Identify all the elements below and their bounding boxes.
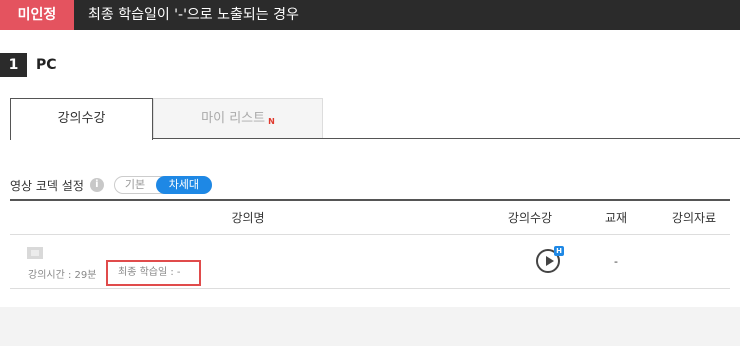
codec-toggle[interactable]: 기본 차세대 — [113, 176, 212, 194]
codec-label: 영상 코덱 설정 — [10, 178, 84, 193]
top-bar: 미인정 최종 학습일이 '-'으로 노출되는 경우 — [0, 0, 740, 30]
table-header: 강의명 강의수강 교재 강의자료 — [10, 199, 730, 235]
textbook-value: - — [614, 255, 618, 268]
header-lecture-name: 강의명 — [231, 211, 265, 225]
info-icon[interactable]: i — [89, 178, 104, 192]
header-materials: 강의자료 — [671, 211, 717, 225]
play-button[interactable]: H — [536, 246, 564, 275]
tabs-divider — [152, 138, 740, 139]
lecture-table: 강의명 강의수강 교재 강의자료 강의시간 : 29분 최종 학습일 : - H… — [10, 199, 730, 289]
header-textbook: 교재 — [604, 211, 628, 225]
status-badge: 미인정 — [0, 0, 74, 30]
content-panel: 강의수강 마이 리스트 N 영상 코덱 설정 i 기본 차세대 강의명 강의수강 … — [0, 88, 740, 346]
content-area: 강의수강 마이 리스트 N 영상 코덱 설정 i 기본 차세대 강의명 강의수강 … — [0, 88, 740, 307]
section-number: 1 — [0, 53, 27, 77]
section-label: PC — [36, 57, 57, 73]
tab-my-list[interactable]: 마이 리스트 N — [153, 98, 323, 138]
tab-lecture[interactable]: 강의수강 — [10, 98, 153, 140]
header-watch: 강의수강 — [507, 211, 553, 225]
tab-lecture-label: 강의수강 — [57, 111, 106, 126]
lecture-thumbnail — [27, 247, 43, 259]
tab-my-list-label: 마이 리스트 — [201, 111, 266, 126]
lecture-time: 강의시간 : 29분 — [28, 270, 97, 281]
last-study-date: 최종 학습일 : - — [106, 260, 201, 286]
table-row: 강의시간 : 29분 최종 학습일 : - H - — [10, 235, 730, 289]
hd-badge: H — [554, 246, 564, 256]
new-mark: N — [268, 117, 275, 126]
page-title: 최종 학습일이 '-'으로 노출되는 경우 — [88, 7, 299, 23]
codec-setting: 영상 코덱 설정 i 기본 차세대 — [10, 175, 212, 195]
codec-option-next-gen[interactable]: 차세대 — [155, 176, 212, 194]
codec-option-basic[interactable]: 기본 — [125, 177, 145, 193]
